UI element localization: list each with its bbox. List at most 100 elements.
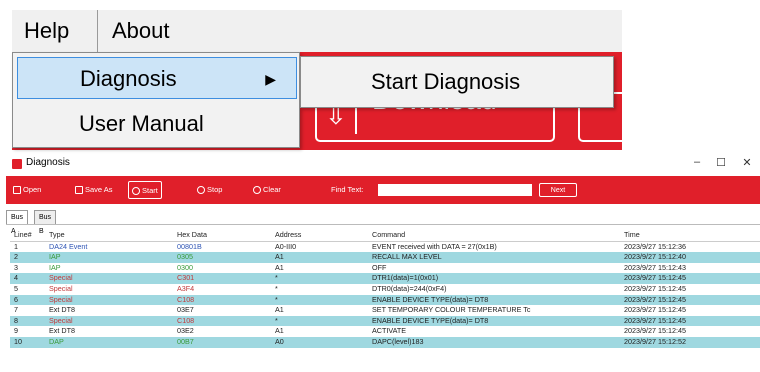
stop-label: Stop [207,185,223,194]
cell-type: DA24 Event [49,241,88,251]
table-row[interactable]: 10 DAP 00B7 A0 DAPC(level)183 2023/9/27 15:12… [10,336,760,348]
cell-command: OFF [372,262,387,272]
close-icon[interactable]: ✕ [740,156,754,169]
menu-item-diagnosis[interactable]: Diagnosis ▶ [17,57,297,99]
cell-hex: 0305 [173,252,271,263]
menu-item-user-manual[interactable]: User Manual [17,103,297,145]
cell-line: 7 [14,305,18,315]
table-row[interactable]: 3 IAP 0300 A1 OFF 2023/9/27 15:12:43 [10,263,760,274]
cell-time: 2023/9/27 15:12:43 [624,262,686,272]
cell-address: A0-III0 [275,241,297,251]
tab-divider [6,224,760,225]
folder-icon [13,186,21,194]
play-icon [132,187,140,195]
table-row[interactable]: 6 Special C108 * ENABLE DEVICE TYPE(data)= D… [10,294,760,306]
app-icon [12,159,22,169]
cell-time: 2023/9/27 15:12:45 [624,326,686,336]
cell-time: 2023/9/27 15:12:45 [620,273,760,284]
cell-address: A0 [271,336,368,348]
cell-line: 5 [14,283,18,293]
cell-hex: C301 [173,273,271,284]
table-row[interactable]: 9 Ext DT8 03E2 A1 ACTIVATE 2023/9/27 15:12:45 [10,326,760,337]
cell-type: Ext DT8 [49,326,75,336]
table-row[interactable]: 8 Special C108 * ENABLE DEVICE TYPE(data)= D… [10,315,760,327]
stop-button[interactable]: Stop [194,181,225,199]
cell-address: * [271,294,368,306]
tab-bus-a[interactable]: Bus A [6,210,29,235]
table-row[interactable]: 4 Special C301 * DTR1(data)=1(0x01) 2023/9/27… [10,273,760,284]
cell-command: SET TEMPORARY COLOUR TEMPERATURE Tc [372,305,531,315]
cell-line: 9 [14,326,18,336]
cell-type: Special [45,294,173,306]
window-title: Diagnosis [26,157,70,168]
cell-type: DAP [45,336,173,348]
open-button[interactable]: Open [10,181,44,199]
title-bar: Diagnosis – ☐ ✕ [0,154,760,174]
cell-command: DAPC(level)183 [368,336,620,348]
cell-address: A1 [271,252,368,263]
column-header-command[interactable]: Command [368,230,620,242]
cell-hex: A3F4 [177,283,195,293]
diagnosis-submenu: Start Diagnosis [300,56,614,108]
menu-bar: Help About [12,10,622,52]
cell-command: RECALL MAX LEVEL [368,252,620,263]
cell-line: 8 [10,315,45,327]
next-button[interactable]: Next [539,183,577,197]
maximize-icon[interactable]: ☐ [714,156,728,169]
table-row[interactable]: 1 DA24 Event 00801B A0-III0 EVENT received w… [10,241,760,252]
cell-command: DTR1(data)=1(0x01) [368,273,620,284]
find-text-label: Find Text: [331,185,364,194]
start-button[interactable]: Start [128,181,162,199]
cell-type: IAP [49,262,61,272]
cell-command: EVENT received with DATA = 27(0x1B) [372,241,497,251]
minimize-icon[interactable]: – [690,156,704,168]
column-header-line[interactable]: Line# [10,230,45,242]
column-header-address[interactable]: Address [271,230,368,242]
save-as-label: Save As [85,185,113,194]
cell-address: A1 [275,305,284,315]
pause-icon [197,186,205,194]
find-text-input[interactable] [378,184,532,196]
cell-time: 2023/9/27 15:12:45 [624,283,686,293]
cell-line: 4 [10,273,45,284]
table-row[interactable]: 7 Ext DT8 03E7 A1 SET TEMPORARY COLOUR TEMPE… [10,305,760,316]
cell-command: ACTIVATE [372,326,407,336]
cell-type: Special [45,273,173,284]
menu-help[interactable]: Help [12,10,98,52]
cell-time: 2023/9/27 15:12:45 [624,305,686,315]
cell-time: 2023/9/27 15:12:45 [620,294,760,306]
cell-line: 1 [14,241,18,251]
diagnosis-window: Diagnosis – ☐ ✕ Open Save As Start Stop … [0,154,760,372]
table-row[interactable]: 2 IAP 0305 A1 RECALL MAX LEVEL 2023/9/27 15:1… [10,252,760,263]
menu-item-start-diagnosis[interactable]: Start Diagnosis [305,61,609,103]
cell-address: * [275,283,278,293]
tab-bus-b[interactable]: Bus B [34,210,57,235]
cell-type: IAP [45,252,173,263]
cell-hex: 00801B [177,241,202,251]
clear-button[interactable]: Clear [250,181,284,199]
cell-hex: 03E7 [177,305,194,315]
cell-command: DTR0(data)=244(0xF4) [372,283,447,293]
cell-type: Special [49,283,73,293]
cell-line: 3 [14,262,18,272]
cell-address: * [271,315,368,327]
cell-line: 2 [10,252,45,263]
start-label: Start [142,186,158,195]
menu-about[interactable]: About [100,10,220,52]
table-row[interactable]: 5 Special A3F4 * DTR0(data)=244(0xF4) 2023/9/… [10,284,760,295]
cell-type: Ext DT8 [49,305,75,315]
save-as-button[interactable]: Save As [72,181,116,199]
column-header-time[interactable]: Time [620,230,760,242]
cell-address: A1 [275,326,284,336]
cell-command: ENABLE DEVICE TYPE(data)= DT8 [368,315,620,327]
cell-hex: 00B7 [173,336,271,348]
cell-command: ENABLE DEVICE TYPE(data)= DT8 [368,294,620,306]
cell-line: 10 [10,336,45,348]
cell-address: A1 [275,262,284,272]
column-header-hex-data[interactable]: Hex Data [173,230,271,242]
column-header-type[interactable]: Type [45,230,173,242]
cell-type: Special [45,315,173,327]
cell-hex: 0300 [177,262,193,272]
submenu-arrow-icon: ▶ [265,71,276,87]
cell-time: 2023/9/27 15:12:45 [620,315,760,327]
